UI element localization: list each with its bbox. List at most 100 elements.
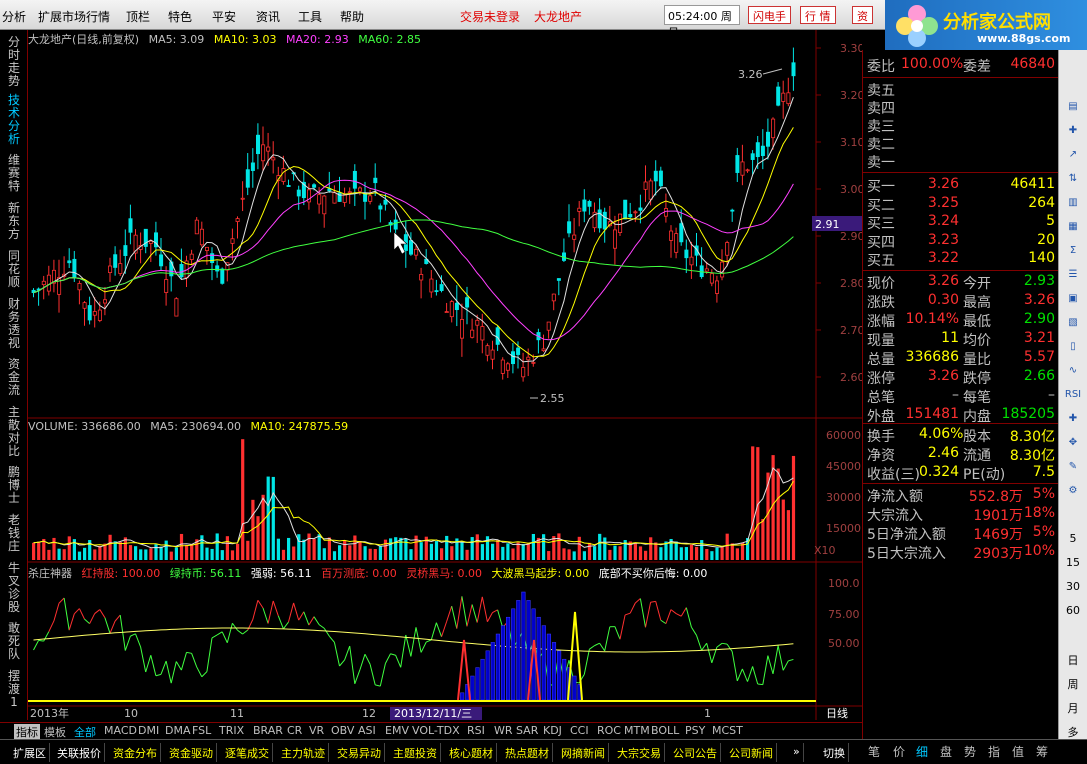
indicator-tab[interactable]: EMV [385,724,409,737]
bar-icon[interactable]: ▥ [1064,196,1082,210]
function-button[interactable]: 公司公告 [670,743,721,762]
tab-laoqianzhuang[interactable]: 老钱庄 [6,514,22,553]
indicator-tab[interactable]: 模板 [44,724,66,740]
function-button[interactable]: 主题投资 [390,743,441,762]
menu-extended-market[interactable]: 扩展市场行情 [38,8,110,25]
indicator-tab[interactable]: FSL [192,724,211,737]
menu-top-bar[interactable]: 顶栏 [126,8,150,25]
zoom-in-icon[interactable]: ✚ [1064,412,1082,426]
indicator-tab[interactable]: MACD [104,724,137,737]
function-button[interactable]: 主力轨迹 [278,743,329,762]
indicator-tab[interactable]: CR [287,724,302,737]
menu-tools[interactable]: 工具 [298,8,322,25]
buy-row[interactable]: 买五 3.22 140 [863,250,1059,269]
function-button[interactable]: 大宗交易 [614,743,665,762]
tab-baidu[interactable]: 摆渡1 [6,670,22,709]
quote-view-tab[interactable]: 价 [893,743,905,760]
chart-type-icon[interactable]: ▤ [1064,100,1082,114]
crosshair-icon[interactable]: ✚ [1064,124,1082,138]
tab-weisaite[interactable]: 维赛特 [6,154,22,193]
indicator-tab[interactable]: PSY [685,724,705,737]
quote-view-tab[interactable]: 筹 [1036,743,1048,760]
tab-technical-analysis[interactable]: 技术分析 [6,94,22,146]
indicator-tab[interactable]: OBV [331,724,354,737]
indicator-tab[interactable]: BRAR [253,724,283,737]
stats-icon[interactable]: Σ [1064,244,1082,258]
compare-icon[interactable]: ⇅ [1064,172,1082,186]
function-button[interactable]: 核心题材 [446,743,497,762]
indicator-tab[interactable]: WR [494,724,513,737]
quote-view-tab[interactable]: 指 [988,743,1000,760]
quote-view-tab[interactable]: 细 [916,743,928,760]
period-60min[interactable]: 60 [1059,604,1087,617]
trade-login-status[interactable]: 交易未登录 [460,8,520,25]
quote-view-tab[interactable]: 盘 [940,743,952,760]
indicator-tab[interactable]: DMI [138,724,159,737]
menu-pingan[interactable]: 平安 [212,8,236,25]
menu-help[interactable]: 帮助 [340,8,364,25]
function-button[interactable]: 资金驱动 [166,743,217,762]
buy-row[interactable]: 买四 3.23 20 [863,232,1059,251]
buy-row[interactable]: 买三 3.24 5 [863,213,1059,232]
quote-view-tab[interactable]: 笔 [868,743,880,760]
layers-icon[interactable]: ▧ [1064,316,1082,330]
rsi-icon[interactable]: RSI [1064,388,1082,402]
indicator-tab[interactable]: VR [309,724,324,737]
tab-niucha[interactable]: 牛叉诊股 [6,562,22,614]
menu-news[interactable]: 资讯 [256,8,280,25]
tab-money-flow[interactable]: 资金流 [6,358,22,397]
tab-intraday[interactable]: 分时走势 [6,36,22,88]
period-week[interactable]: 周 [1059,676,1087,692]
doc-icon[interactable]: ▯ [1064,340,1082,354]
buy-row[interactable]: 买一 3.26 46411 [863,176,1059,195]
tab-pengboshi[interactable]: 鹏博士 [6,466,22,505]
list-icon[interactable]: ☰ [1064,268,1082,282]
chart-line-icon[interactable]: ∿ [1064,364,1082,378]
indicator-tab[interactable]: MTM [624,724,650,737]
draw-icon[interactable]: ✎ [1064,460,1082,474]
function-button[interactable]: 扩展区 [10,743,50,762]
tab-tonghuashun[interactable]: 同花顺 [6,250,22,289]
function-button[interactable]: 逐笔成交 [222,743,273,762]
flash-trade-button[interactable]: 闪电手 [748,6,791,24]
period-15min[interactable]: 15 [1059,556,1087,569]
indicator-tab[interactable]: 指标 [14,724,40,740]
grid-icon[interactable]: ▦ [1064,220,1082,234]
tab-main-retail[interactable]: 主散对比 [6,406,22,458]
function-button[interactable]: 网摘新闻 [558,743,609,762]
function-button[interactable]: 公司新闻 [726,743,777,762]
indicator-tab[interactable]: VOL-TDX [412,724,460,737]
indicator-tab[interactable]: KDJ [543,724,562,737]
period-multi[interactable]: 多 [1059,724,1087,740]
tab-gansidui[interactable]: 敢死队 [6,622,22,661]
function-button[interactable]: 交易异动 [334,743,385,762]
indicator-tab[interactable]: SAR [516,724,538,737]
indicator-tab[interactable]: TRIX [219,724,244,737]
info-button[interactable]: 资 [852,6,873,24]
period-5min[interactable]: 5 [1059,532,1087,545]
window-icon[interactable]: ▣ [1064,292,1082,306]
function-button[interactable]: 关联报价 [54,743,105,762]
function-button[interactable]: 切换 [820,743,849,762]
kline-chart-svg[interactable]: 3.30 3.20 3.10 3.00 2.90 2.80 2.70 2.60 60000 45… [28,30,862,720]
function-button[interactable]: 资金分布 [110,743,161,762]
period-month[interactable]: 月 [1059,700,1087,716]
menu-analysis[interactable]: 分析 [2,8,26,25]
indicator-tab[interactable]: RSI [467,724,485,737]
menu-features[interactable]: 特色 [168,8,192,25]
indicator-tab[interactable]: 全部 [74,724,96,740]
settings-icon[interactable]: ⚙ [1064,484,1082,498]
period-day[interactable]: 日 [1059,652,1087,668]
indicator-tab[interactable]: MCST [712,724,743,737]
function-button[interactable]: » [790,743,804,762]
quote-view-tab[interactable]: 势 [964,743,976,760]
quote-view-tab[interactable]: 值 [1012,743,1024,760]
indicator-tab[interactable]: DMA [165,724,191,737]
move-icon[interactable]: ✥ [1064,436,1082,450]
period-label[interactable]: 日线 [826,706,848,720]
chart-area[interactable]: 3.30 3.20 3.10 3.00 2.90 2.80 2.70 2.60 60000 45… [28,30,862,720]
quote-button[interactable]: 行 情 [800,6,836,24]
buy-row[interactable]: 买二 3.25 264 [863,195,1059,214]
tab-new-oriental[interactable]: 新东方 [6,202,22,241]
indicator-tab[interactable]: ASI [358,724,376,737]
